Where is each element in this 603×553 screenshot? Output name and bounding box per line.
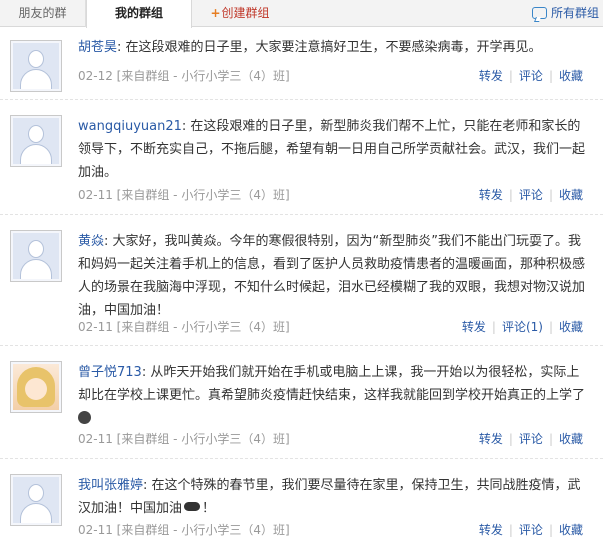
post-meta: 02-11 [来自群组 - 小行小学三（4）班] — [78, 523, 290, 537]
post-text: 从昨天开始我们就开始在手机或电脑上上课，我一开始以为很轻松，实际上却比在学校上课… — [78, 365, 586, 403]
tab-my-groups[interactable]: 我的群组 — [86, 0, 192, 28]
create-group-button[interactable]: +创建群组 — [192, 0, 288, 27]
comment-link[interactable]: 评论 — [519, 432, 543, 446]
post-text: 大家好，我叫黄焱。今年的寒假很特别，因为“新型肺炎”我们不能出门玩耍了。我和妈妈… — [78, 234, 586, 318]
post-text-end: ！ — [202, 501, 216, 516]
all-groups-label: 所有群组 — [550, 6, 599, 20]
chat-bubble-icon — [531, 7, 547, 19]
author-link[interactable]: 我叫张雅婷 — [78, 478, 143, 493]
post-content: 曾子悦713: 从昨天开始我们就开始在手机或电脑上上课，我一开始以为很轻松，实际… — [78, 361, 585, 430]
sad-face-emoji-icon — [78, 411, 91, 424]
feed-post: 曾子悦713: 从昨天开始我们就开始在手机或电脑上上课，我一开始以为很轻松，实际… — [0, 347, 603, 459]
post-actions: 转发 | 评论 | 收藏 — [478, 188, 583, 202]
feed-post: 我叫张雅婷: 在这个特殊的春节里，我们要尽量待在家里，保持卫生，共同战胜疫情，武… — [0, 460, 603, 553]
avatar[interactable] — [10, 474, 62, 526]
favorite-link[interactable]: 收藏 — [559, 432, 583, 446]
create-group-label: 创建群组 — [221, 6, 270, 20]
tab-friends-groups[interactable]: 朋友的群 — [0, 0, 86, 27]
forward-link[interactable]: 转发 — [479, 523, 503, 537]
post-actions: 转发 | 评论(1) | 收藏 — [461, 320, 583, 334]
author-link[interactable]: 胡苍昊 — [78, 40, 117, 55]
comment-link[interactable]: 评论(1) — [502, 320, 543, 334]
favorite-link[interactable]: 收藏 — [559, 320, 583, 334]
post-meta: 02-11 [来自群组 - 小行小学三（4）班] — [78, 432, 290, 446]
flexed-arm-emoji-icon — [184, 502, 201, 511]
group-tab-bar: 朋友的群 我的群组 +创建群组 所有群组 — [0, 0, 603, 28]
favorite-link[interactable]: 收藏 — [559, 523, 583, 537]
favorite-link[interactable]: 收藏 — [559, 188, 583, 202]
post-text: 在这个特殊的春节里，我们要尽量待在家里，保持卫生，共同战胜疫情，武汉加油！中国加… — [78, 478, 581, 516]
post-content: 黄焱: 大家好，我叫黄焱。今年的寒假很特别，因为“新型肺炎”我们不能出门玩耍了。… — [78, 234, 586, 318]
avatar[interactable] — [10, 40, 62, 92]
post-content: 胡苍昊: 在这段艰难的日子里，大家要注意搞好卫生，不要感染病毒，开学再见。 — [78, 40, 542, 55]
avatar[interactable] — [10, 230, 62, 282]
forward-link[interactable]: 转发 — [479, 432, 503, 446]
avatar[interactable] — [10, 361, 62, 413]
favorite-link[interactable]: 收藏 — [559, 69, 583, 83]
post-actions: 转发 | 评论 | 收藏 — [478, 69, 583, 83]
post-content: wangqiuyuan21: 在这段艰难的日子里，新型肺炎我们帮不上忙，只能在老… — [78, 119, 586, 180]
author-link[interactable]: 黄焱 — [78, 234, 104, 249]
post-meta: 02-11 [来自群组 - 小行小学三（4）班] — [78, 320, 290, 334]
avatar[interactable] — [10, 115, 62, 167]
post-meta: 02-12 [来自群组 - 小行小学三（4）班] — [78, 69, 290, 83]
author-link[interactable]: wangqiuyuan21 — [78, 119, 182, 134]
feed-post: wangqiuyuan21: 在这段艰难的日子里，新型肺炎我们帮不上忙，只能在老… — [0, 101, 603, 215]
author-link[interactable]: 曾子悦713 — [78, 365, 142, 380]
post-actions: 转发 | 评论 | 收藏 — [478, 523, 583, 537]
comment-link[interactable]: 评论 — [519, 69, 543, 83]
feed-post: 黄焱: 大家好，我叫黄焱。今年的寒假很特别，因为“新型肺炎”我们不能出门玩耍了。… — [0, 216, 603, 346]
forward-link[interactable]: 转发 — [479, 69, 503, 83]
forward-link[interactable]: 转发 — [462, 320, 486, 334]
post-text: 在这段艰难的日子里，大家要注意搞好卫生，不要感染病毒，开学再见。 — [125, 40, 542, 55]
forward-link[interactable]: 转发 — [479, 188, 503, 202]
post-content: 我叫张雅婷: 在这个特殊的春节里，我们要尽量待在家里，保持卫生，共同战胜疫情，武… — [78, 478, 581, 516]
post-actions: 转发 | 评论 | 收藏 — [478, 432, 583, 446]
comment-link[interactable]: 评论 — [519, 523, 543, 537]
all-groups-link[interactable]: 所有群组 — [531, 0, 599, 27]
feed-post: 胡苍昊: 在这段艰难的日子里，大家要注意搞好卫生，不要感染病毒，开学再见。 02… — [0, 30, 603, 100]
comment-link[interactable]: 评论 — [519, 188, 543, 202]
plus-icon: + — [210, 6, 221, 20]
post-meta: 02-11 [来自群组 - 小行小学三（4）班] — [78, 188, 290, 202]
